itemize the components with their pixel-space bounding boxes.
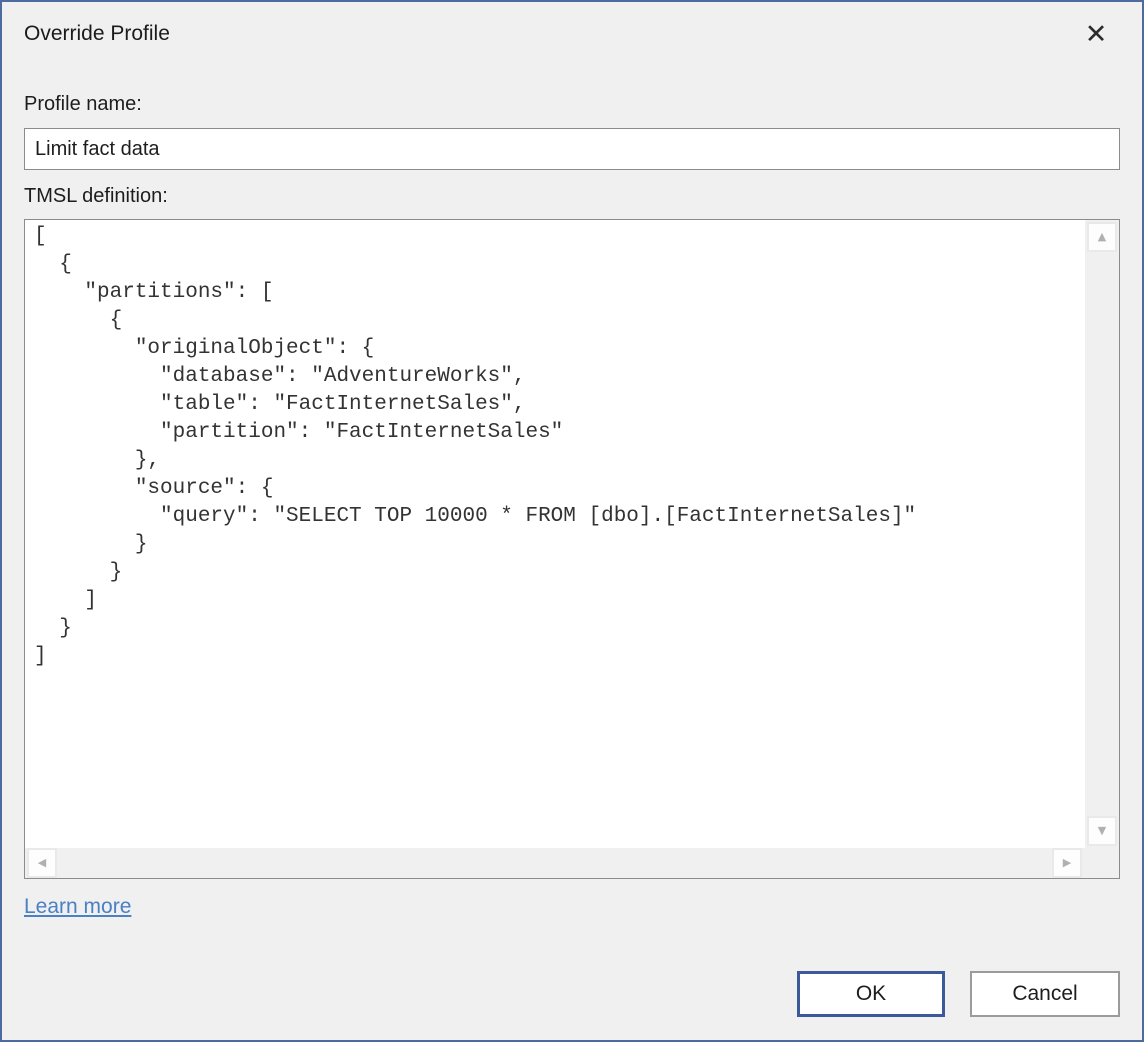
scroll-left-icon[interactable]: ◀	[27, 848, 57, 878]
tmsl-definition-label: TMSL definition:	[24, 185, 168, 208]
close-icon[interactable]: ✕	[1076, 14, 1116, 54]
tmsl-definition-editor[interactable]: [ { "partitions": [ { "originalObject": …	[24, 219, 1120, 879]
override-profile-dialog: Override Profile ✕ Profile name: TMSL de…	[0, 0, 1144, 1042]
vertical-scrollbar[interactable]: ▲ ▼	[1085, 220, 1119, 848]
dialog-title: Override Profile	[24, 22, 170, 46]
profile-name-label: Profile name:	[24, 93, 142, 116]
horizontal-scrollbar[interactable]: ◀ ▶	[25, 848, 1119, 878]
tmsl-code-text[interactable]: [ { "partitions": [ { "originalObject": …	[25, 220, 1085, 848]
scroll-down-icon[interactable]: ▼	[1087, 816, 1117, 846]
cancel-button[interactable]: Cancel	[970, 971, 1120, 1017]
scroll-up-icon[interactable]: ▲	[1087, 222, 1117, 252]
profile-name-input[interactable]	[24, 128, 1120, 170]
ok-button[interactable]: OK	[797, 971, 945, 1017]
scroll-right-icon[interactable]: ▶	[1052, 848, 1082, 878]
learn-more-link[interactable]: Learn more	[24, 895, 131, 919]
